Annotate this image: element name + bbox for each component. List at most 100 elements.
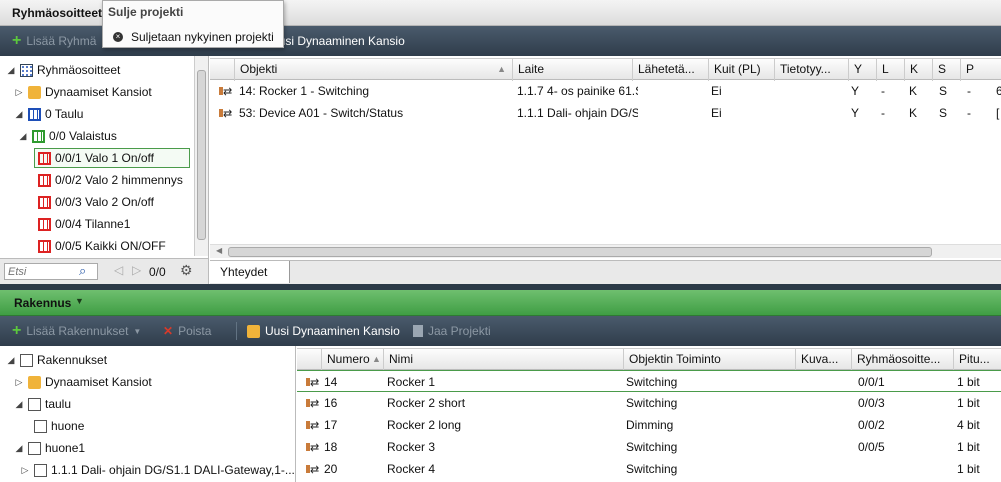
tree-node-device[interactable]: ▷ 1.1.1 Dali- ohjain DG/S1.1 DALI-Gatewa… <box>20 460 295 480</box>
table-row[interactable]: 14 Rocker 1 Switching 0/0/1 1 bit <box>297 370 1001 393</box>
popup-title: Sulje projekti <box>108 5 184 19</box>
tree-node-buildings[interactable]: ◢ Rakennukset <box>6 350 108 370</box>
scrollbar-thumb[interactable] <box>228 247 932 257</box>
document-icon <box>413 325 423 337</box>
search-result-counter: 0/0 <box>149 265 166 279</box>
close-project-popup: Sulje projekti × Suljetaan nykyinen proj… <box>102 0 284 48</box>
table-row[interactable]: 20 Rocker 4 Switching 1 bit <box>297 458 1001 480</box>
expand-arrow-icon[interactable]: ▷ <box>14 87 24 98</box>
previous-arrow-icon[interactable]: ◁ <box>114 263 123 277</box>
collapse-arrow-icon[interactable]: ◢ <box>6 65 16 76</box>
sort-arrow-icon: ▲ <box>497 64 506 74</box>
column-header-device[interactable]: Laite <box>512 59 632 81</box>
new-dynamic-folder-button[interactable]: Uusi Dynaaminen Kansio <box>247 323 400 339</box>
tree-node-middle-group[interactable]: ◢ 0/0 Valaistus <box>18 126 117 146</box>
share-project-button[interactable]: Jaa Projekti <box>413 323 491 339</box>
tree-node-address[interactable]: 0/0/5 Kaikki ON/OFF <box>38 236 166 256</box>
tab-connections[interactable]: Yhteydet <box>210 261 290 283</box>
tree-node-cabinet[interactable]: ◢ taulu <box>14 394 72 414</box>
column-header-object[interactable]: Objekti ▲ <box>234 59 512 81</box>
column-header-length[interactable]: Pitu... <box>953 349 1001 371</box>
scroll-left-icon: ◀ <box>216 246 223 255</box>
connections-grid: Objekti ▲ Laite Lähetetä... Kuit (PL) Tie… <box>210 56 1001 284</box>
column-header-s[interactable]: S <box>932 59 960 81</box>
toolbar-separator <box>236 322 237 340</box>
bottom-panel-header: Rakennus ▼ <box>0 290 1001 316</box>
collapse-arrow-icon[interactable]: ◢ <box>14 443 24 454</box>
delete-icon: ✕ <box>163 324 174 338</box>
table-row[interactable]: 14: Rocker 1 - Switching 1.1.7 4- os pai… <box>210 80 1001 102</box>
next-arrow-icon[interactable]: ▷ <box>132 263 141 277</box>
tree-node-address-selected[interactable]: 0/0/1 Valo 1 On/off <box>34 148 190 168</box>
column-header-description[interactable]: Kuva... <box>795 349 851 371</box>
tree-node-room[interactable]: huone <box>34 416 84 436</box>
column-header-send[interactable]: Lähetetä... <box>632 59 708 81</box>
dynamic-folder-icon <box>28 375 41 389</box>
table-row[interactable]: 16 Rocker 2 short Switching 0/0/3 1 bit <box>297 392 1001 414</box>
tree-node-main-group[interactable]: ◢ 0 Taulu <box>14 104 84 124</box>
grid-horizontal-scrollbar[interactable]: ◀ <box>210 244 1001 258</box>
middle-group-icon <box>32 129 45 143</box>
object-grid: Numero ▲ Nimi Objektin Toiminto Kuva... R… <box>297 346 1001 482</box>
buildings-icon <box>20 353 33 367</box>
tree-node-dynamic-folders[interactable]: ▷ Dynaamiset Kansiot <box>14 82 152 102</box>
grid-header: Objekti ▲ Laite Lähetetä... Kuit (PL) Tie… <box>210 58 1001 81</box>
close-project-item[interactable]: × Suljetaan nykyinen projekti <box>103 27 283 47</box>
column-header-number[interactable]: Numero ▲ <box>321 349 383 371</box>
dropdown-arrow-icon: ▼ <box>133 326 142 336</box>
add-group-button[interactable]: + Lisää Ryhmä <box>12 33 96 49</box>
column-header-datatype[interactable]: Tietotyy... <box>774 59 848 81</box>
plus-icon: + <box>12 32 22 49</box>
column-header-name[interactable]: Nimi <box>383 349 623 371</box>
group-address-tree: ◢ Ryhmäosoitteet ▷ Dynaamiset Kansiot ◢ … <box>0 56 209 284</box>
tree-search-bar: ⌕ ◁ ▷ 0/0 ⚙ <box>0 258 208 284</box>
collapse-arrow-icon[interactable]: ◢ <box>14 109 24 120</box>
table-row[interactable]: 17 Rocker 2 long Dimming 0/0/2 4 bit <box>297 414 1001 436</box>
column-header-p[interactable]: P <box>960 59 996 81</box>
column-header-group-address[interactable]: Ryhmäosoitte... <box>851 349 953 371</box>
building-tree: ◢ Rakennukset ▷ Dynaamiset Kansiot ◢ tau… <box>0 346 296 482</box>
tree-node-address[interactable]: 0/0/2 Valo 2 himmennys <box>38 170 183 190</box>
tree-node-dynamic-folders[interactable]: ▷ Dynaamiset Kansiot <box>14 372 152 392</box>
column-header-function[interactable]: Objektin Toiminto <box>623 349 795 371</box>
column-header-k[interactable]: K <box>904 59 932 81</box>
search-icon[interactable]: ⌕ <box>79 263 86 279</box>
group-address-icon <box>38 217 51 231</box>
communication-object-icon <box>306 393 319 414</box>
add-buildings-button[interactable]: + Lisää Rakennukset ▼ <box>12 323 141 339</box>
group-address-icon <box>38 195 51 209</box>
tree-node-address[interactable]: 0/0/3 Valo 2 On/off <box>38 192 154 212</box>
expand-arrow-icon[interactable]: ▷ <box>14 377 24 388</box>
expand-arrow-icon[interactable]: ▷ <box>20 465 30 476</box>
tree-node-root[interactable]: ◢ Ryhmäosoitteet <box>6 60 121 80</box>
sort-arrow-icon: ▲ <box>372 354 381 364</box>
communication-object-icon <box>219 103 232 124</box>
tree-node-room[interactable]: ◢ huone1 <box>14 438 86 458</box>
room-icon <box>28 441 41 455</box>
scrollbar-thumb[interactable] <box>197 70 206 240</box>
gear-icon[interactable]: ⚙ <box>180 262 193 279</box>
chevron-down-icon[interactable]: ▼ <box>75 296 84 306</box>
tree-scrollbar[interactable] <box>194 56 208 256</box>
column-header-ack[interactable]: Kuit (PL) <box>708 59 774 81</box>
communication-object-icon <box>306 459 319 480</box>
collapse-arrow-icon[interactable]: ◢ <box>6 355 16 366</box>
new-dynamic-folder-button[interactable]: Uusi Dynaaminen Kansio <box>270 33 405 49</box>
communication-object-icon <box>306 415 319 436</box>
dynamic-folder-icon <box>28 85 41 99</box>
room-icon <box>34 419 47 433</box>
column-header-l[interactable]: L <box>876 59 904 81</box>
table-row[interactable]: 53: Device A01 - Switch/Status 1.1.1 Dal… <box>210 102 1001 124</box>
group-address-icon <box>20 63 33 77</box>
collapse-arrow-icon[interactable]: ◢ <box>18 131 28 142</box>
column-header-y[interactable]: Y <box>848 59 876 81</box>
group-address-icon <box>38 173 51 187</box>
delete-button[interactable]: ✕ Poista <box>163 323 211 339</box>
table-row[interactable]: 18 Rocker 3 Switching 0/0/5 1 bit <box>297 436 1001 458</box>
close-icon: × <box>113 32 123 42</box>
group-address-icon <box>38 151 51 165</box>
communication-object-icon <box>306 437 319 458</box>
collapse-arrow-icon[interactable]: ◢ <box>14 399 24 410</box>
tree-node-address[interactable]: 0/0/4 Tilanne1 <box>38 214 130 234</box>
communication-object-icon <box>306 372 319 393</box>
